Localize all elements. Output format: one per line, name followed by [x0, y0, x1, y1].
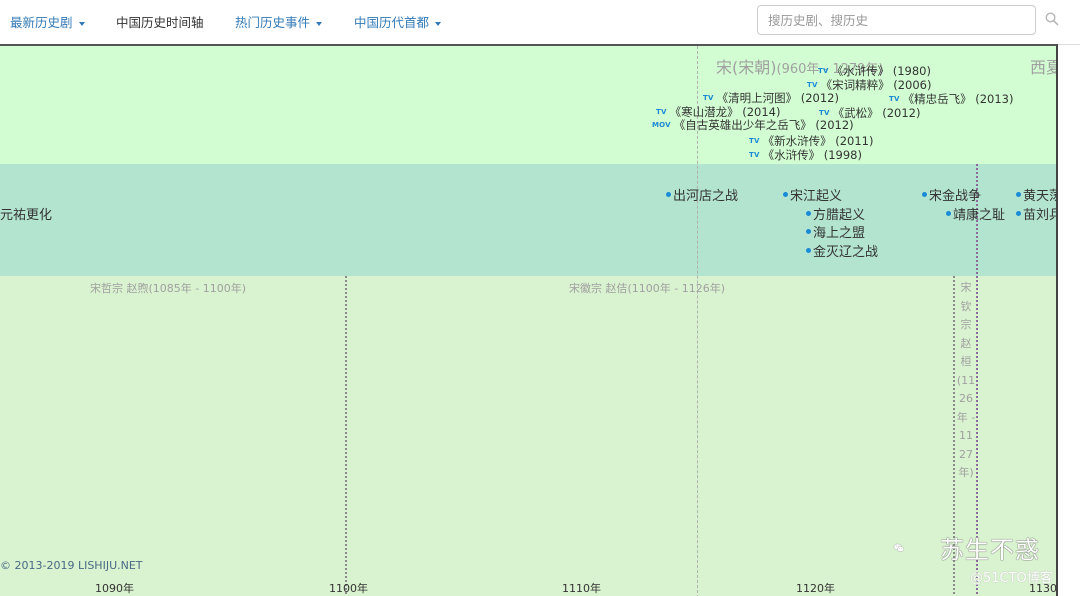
ruler-label[interactable]: 宋哲宗 赵煦(1085年 - 1100年) — [90, 280, 246, 296]
chevron-down-icon — [78, 21, 85, 26]
event-label: 宋江起义 — [790, 189, 843, 204]
nav-hot-events-label: 热门历史事件 — [235, 15, 311, 30]
axis-tick-label: 1120年 — [796, 582, 835, 595]
work-year: (2013) — [975, 92, 1014, 106]
tv-badge: TV — [889, 95, 900, 103]
work-year: (1980) — [892, 64, 931, 78]
work-year: (2006) — [893, 78, 932, 92]
nav-hot-events[interactable]: 热门历史事件 — [235, 12, 323, 31]
work-year: (2014) — [742, 105, 781, 119]
work-title: 《新水浒传》 — [762, 134, 832, 148]
bullet-icon — [922, 192, 927, 197]
tv-badge: TV — [807, 81, 818, 89]
work-item[interactable]: TV 《宋词精粹》 (2006) — [807, 78, 932, 92]
work-year: (2012) — [815, 118, 854, 132]
axis-tick-label: 1090年 — [95, 582, 134, 595]
tv-badge: TV — [703, 94, 714, 102]
nav-latest-dramas[interactable]: 最新历史剧 — [10, 12, 85, 31]
work-title: 《宋词精粹》 — [820, 78, 890, 92]
event-item[interactable]: 苗刘兵 — [1016, 207, 1056, 225]
work-title: 《水浒传》 — [762, 148, 821, 162]
search-input[interactable] — [757, 5, 1036, 35]
ruler-label[interactable]: 宋徽宗 赵佶(1100年 - 1126年) — [569, 280, 725, 296]
bullet-icon — [806, 229, 811, 234]
bullet-icon — [783, 192, 788, 197]
work-title: 《自古英雄出少年之岳飞》 — [673, 118, 812, 132]
work-item[interactable]: MOV 《自古英雄出少年之岳飞》 (2012) — [652, 118, 854, 132]
chevron-down-icon — [435, 21, 442, 26]
event-item[interactable]: 方腊起义 — [806, 207, 865, 225]
work-item[interactable]: TV 《水浒传》 (1998) — [749, 148, 862, 162]
event-label: 元祐更化 — [0, 208, 53, 223]
event-item[interactable]: 黄天荡 — [1016, 188, 1056, 206]
event-item[interactable]: 海上之盟 — [806, 225, 865, 243]
work-year: (2012) — [800, 91, 839, 105]
axis-tick-label: 1110年 — [562, 582, 601, 595]
work-item[interactable]: TV 《精忠岳飞》 (2013) — [889, 92, 1014, 106]
bullet-icon — [806, 211, 811, 216]
dynasty-name: 宋(宋朝) — [716, 58, 777, 77]
movie-badge: MOV — [652, 121, 671, 129]
work-year: (2012) — [882, 106, 921, 120]
nav-capitals-label: 中国历代首都 — [354, 15, 430, 30]
tv-badge: TV — [818, 67, 829, 75]
work-year: (2011) — [835, 134, 874, 148]
copyright-text: © 2013-2019 LISHIJU.NET — [0, 559, 143, 572]
next-dynasty-label[interactable]: 西夏 — [1030, 54, 1056, 78]
work-title: 《水浒传》 — [831, 64, 890, 78]
event-item[interactable]: 出河店之战 — [666, 188, 738, 206]
watermark-name: 苏生不惑 — [940, 536, 1040, 564]
top-navbar: 最新历史剧 中国历史时间轴 热门历史事件 中国历代首都 — [0, 0, 1080, 45]
nav-history-timeline-label: 中国历史时间轴 — [116, 15, 204, 30]
event-label: 金灭辽之战 — [813, 245, 879, 260]
event-label: 出河店之战 — [673, 189, 739, 204]
tv-badge: TV — [819, 109, 830, 117]
axis-tick-label: 1100年 — [329, 582, 368, 595]
work-item[interactable]: TV 《水浒传》 (1980) — [818, 64, 931, 78]
nav-history-timeline[interactable]: 中国历史时间轴 — [116, 12, 204, 31]
event-label: 黄天荡 — [1023, 189, 1056, 204]
work-item[interactable]: TV 《寒山潜龙》 (2014) — [656, 105, 781, 119]
chevron-down-icon — [316, 21, 323, 26]
timeline-panel[interactable]: 宋(宋朝)(960年 - 1279年) 西夏 TV《水浒传》 (1980) TV… — [0, 44, 1058, 596]
work-year: (1998) — [823, 148, 862, 162]
bullet-icon — [1016, 211, 1021, 216]
reign-boundary-line — [345, 276, 347, 596]
event-item[interactable]: 金灭辽之战 — [806, 244, 878, 262]
event-item[interactable]: 宋金战争 — [922, 188, 981, 206]
tv-badge: TV — [749, 137, 760, 145]
events-band — [0, 164, 1056, 276]
nav-capitals[interactable]: 中国历代首都 — [354, 12, 442, 31]
event-item[interactable]: 元祐更化 — [0, 207, 52, 225]
work-title: 《清明上河图》 — [716, 91, 798, 105]
tv-badge: TV — [749, 151, 760, 159]
event-label: 宋金战争 — [929, 189, 982, 204]
wechat-icon — [893, 543, 904, 552]
bullet-icon — [806, 248, 811, 253]
event-label: 靖康之耻 — [953, 208, 1006, 223]
work-item[interactable]: TV 《清明上河图》 (2012) — [703, 91, 839, 105]
watermark-sub: @51CTO博客 — [970, 571, 1053, 586]
work-item[interactable]: TV 《新水浒传》 (2011) — [749, 134, 874, 148]
event-label: 苗刘兵 — [1023, 208, 1056, 223]
event-label: 方腊起义 — [813, 208, 866, 223]
bullet-icon — [666, 192, 671, 197]
event-item[interactable]: 靖康之耻 — [946, 207, 1005, 225]
nav-latest-dramas-label: 最新历史剧 — [10, 15, 73, 30]
ruler-label-vertical[interactable]: 宋钦宗 赵桓(1126年 - 1127年) — [956, 279, 976, 483]
tv-badge: TV — [656, 108, 667, 116]
work-title: 《精忠岳飞》 — [902, 92, 972, 106]
event-item[interactable]: 宋江起义 — [783, 188, 842, 206]
bullet-icon — [1016, 192, 1021, 197]
work-title: 《寒山潜龙》 — [669, 105, 739, 119]
search-icon[interactable] — [1045, 12, 1059, 26]
bullet-icon — [946, 211, 951, 216]
event-label: 海上之盟 — [813, 226, 866, 241]
